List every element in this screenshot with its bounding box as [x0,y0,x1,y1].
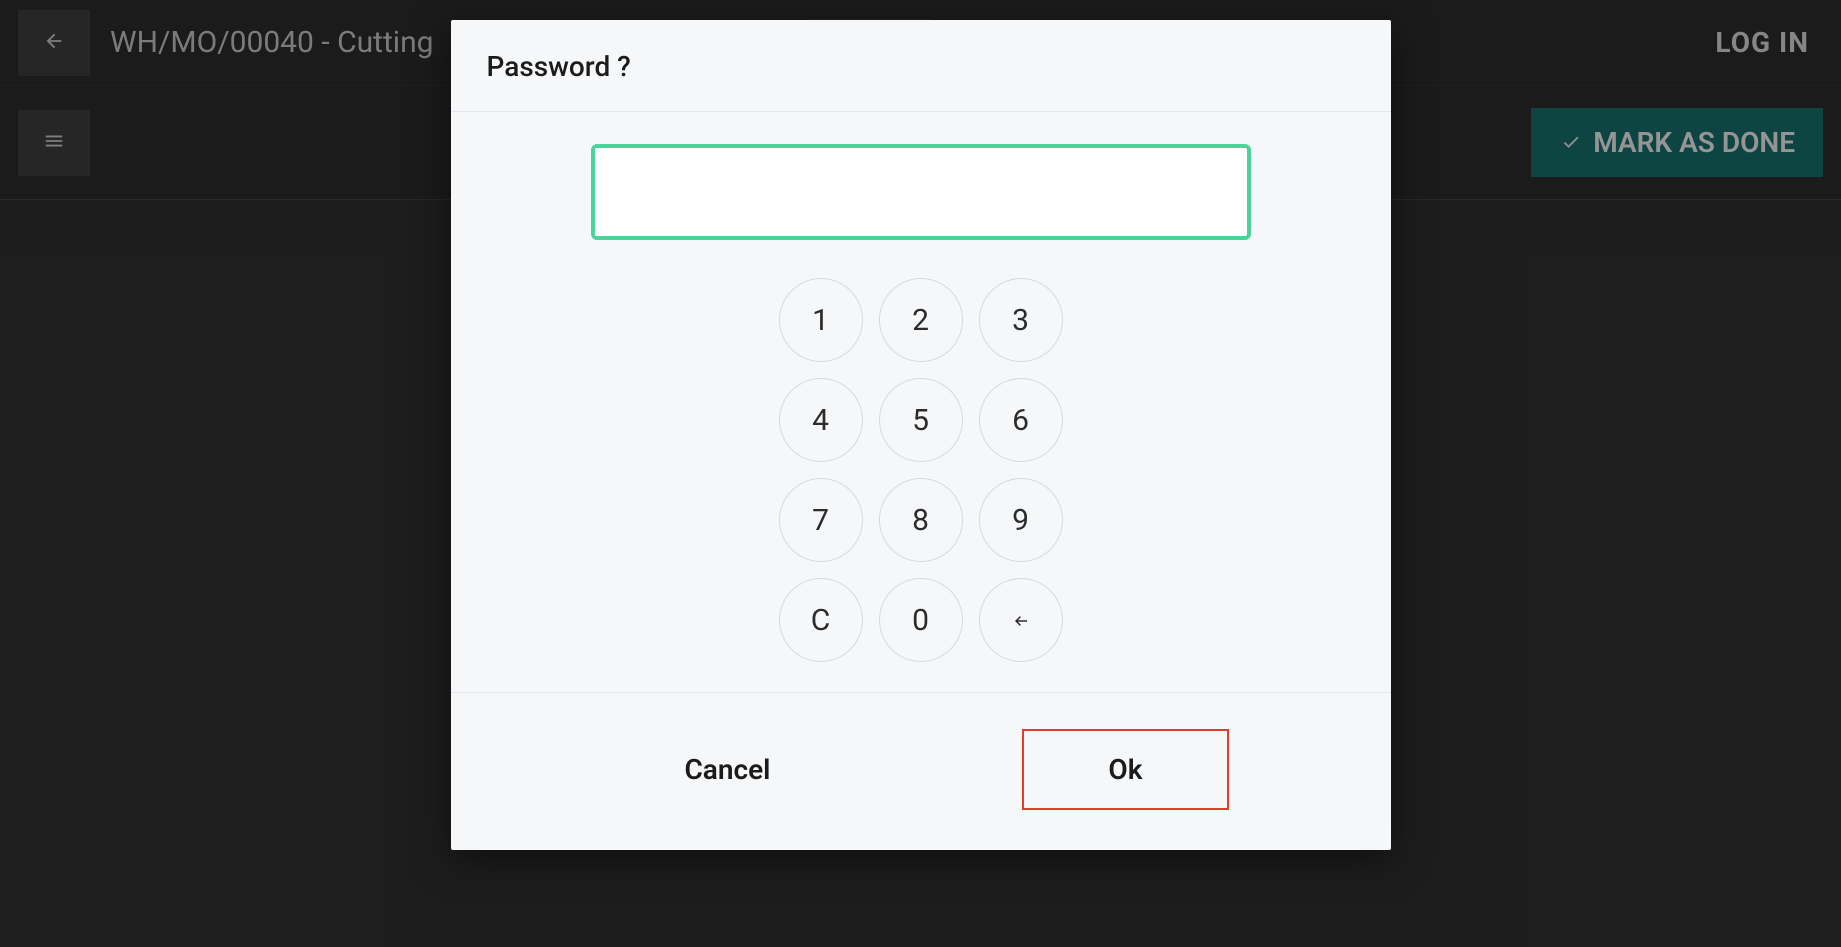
keypad-3[interactable]: 3 [979,278,1063,362]
modal-body: 1 2 3 4 5 6 7 8 9 C 0 [451,112,1391,692]
keypad-6[interactable]: 6 [979,378,1063,462]
cancel-button[interactable]: Cancel [612,729,842,810]
keypad-7[interactable]: 7 [779,478,863,562]
keypad-8[interactable]: 8 [879,478,963,562]
modal-footer: Cancel Ok [451,692,1391,850]
password-input[interactable] [591,144,1251,240]
backspace-icon [1007,603,1035,638]
password-modal: Password ? 1 2 3 4 5 6 7 8 9 C 0 [451,20,1391,850]
keypad-2[interactable]: 2 [879,278,963,362]
modal-title: Password ? [451,20,1391,112]
keypad-0[interactable]: 0 [879,578,963,662]
keypad-9[interactable]: 9 [979,478,1063,562]
keypad-1[interactable]: 1 [779,278,863,362]
ok-button[interactable]: Ok [1022,729,1228,810]
keypad-backspace[interactable] [979,578,1063,662]
keypad-4[interactable]: 4 [779,378,863,462]
modal-overlay: Password ? 1 2 3 4 5 6 7 8 9 C 0 [0,0,1841,947]
numeric-keypad: 1 2 3 4 5 6 7 8 9 C 0 [779,278,1063,662]
keypad-5[interactable]: 5 [879,378,963,462]
keypad-clear[interactable]: C [779,578,863,662]
